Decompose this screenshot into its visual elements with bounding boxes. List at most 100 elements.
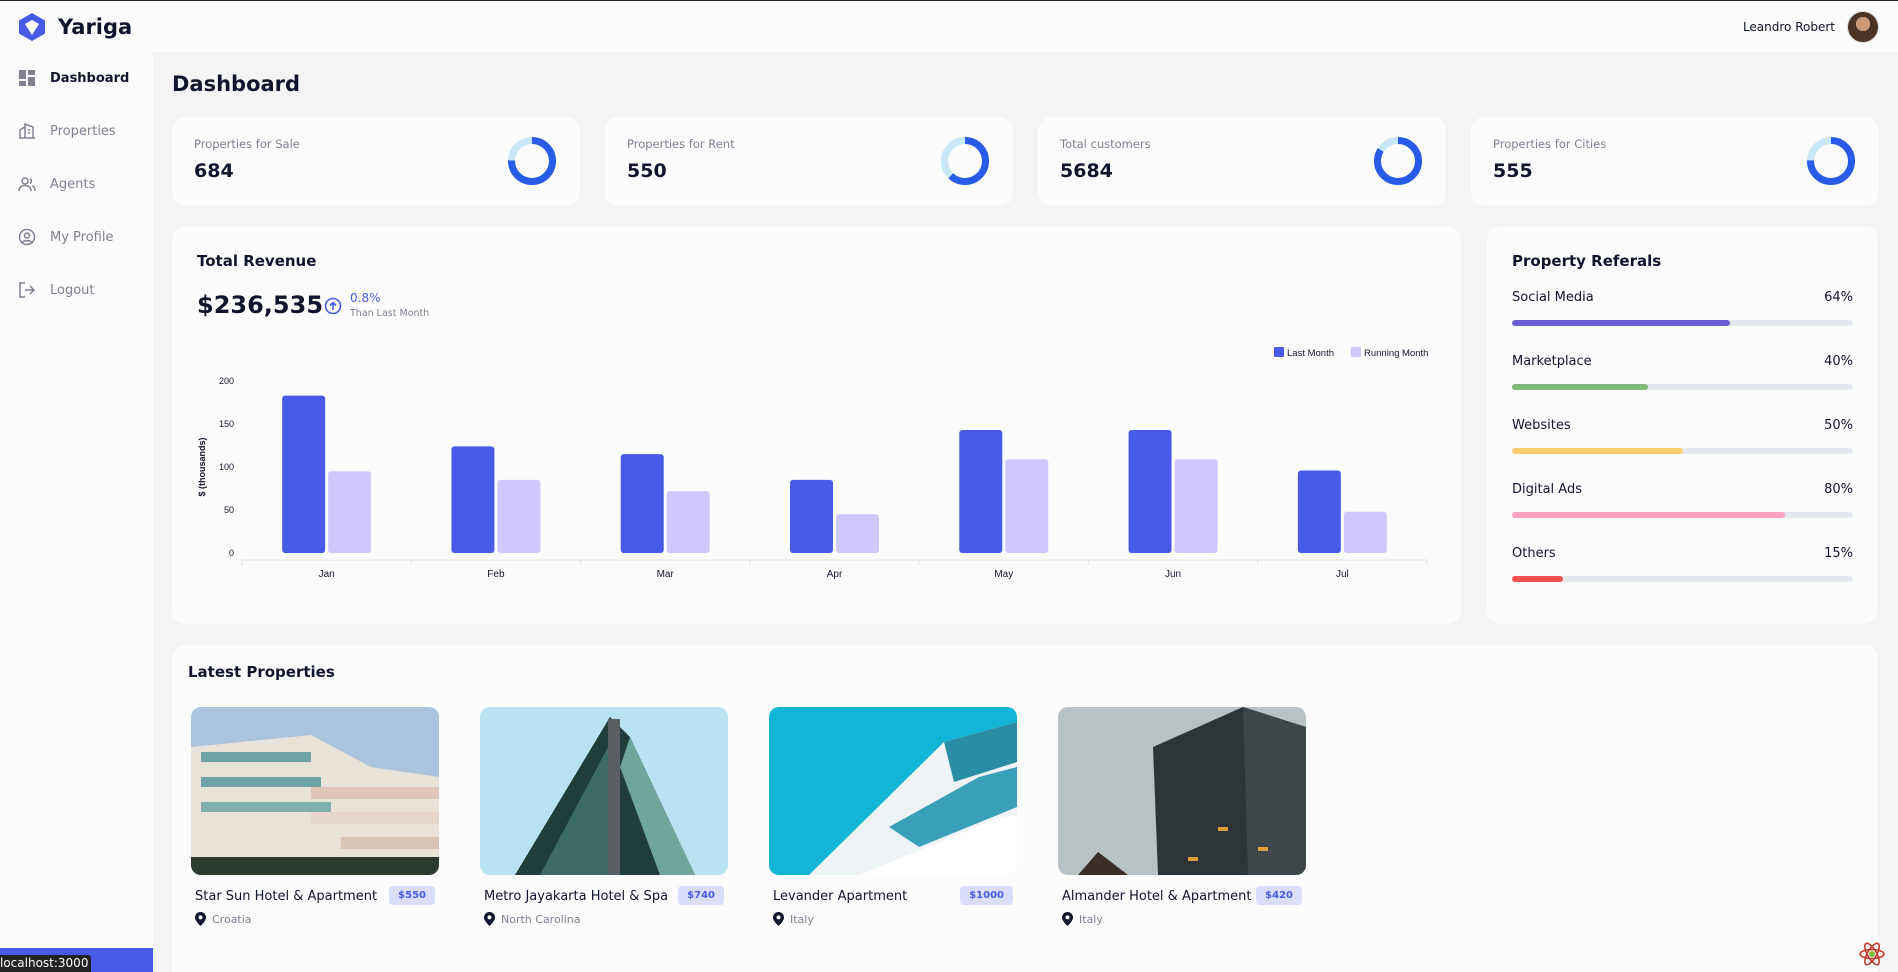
referral-progress-track	[1512, 576, 1853, 582]
sidebar: Dashboard Properties Agents My Profile L…	[0, 52, 153, 972]
referral-percent: 40%	[1824, 354, 1853, 369]
referral-progress-fill	[1512, 384, 1649, 390]
sidebar-item-label: My Profile	[50, 229, 114, 245]
bar-running-month	[328, 471, 372, 553]
legend-label: Running Month	[1364, 348, 1428, 359]
stat-card-customers: Total customers 5684	[1038, 117, 1446, 206]
legend-label: Last Month	[1287, 348, 1334, 359]
stat-card-sale: Properties for Sale 684	[172, 117, 580, 206]
referral-label: Websites	[1512, 418, 1571, 433]
bar-last-month	[1128, 430, 1172, 553]
sidebar-item-label: Agents	[50, 176, 96, 192]
property-location-text: Croatia	[212, 912, 252, 926]
x-tick-label: Jun	[1165, 569, 1181, 580]
property-card[interactable]: Almander Hotel & Apartment $420 Italy	[1050, 699, 1314, 965]
property-card[interactable]: Levander Apartment $1000 Italy	[761, 699, 1025, 965]
sidebar-item-label: Properties	[50, 123, 116, 139]
top-bar: Yariga Leandro Robert	[0, 0, 1898, 52]
brand-name: Yariga	[58, 14, 133, 39]
location-pin-icon	[195, 912, 206, 926]
total-revenue-card: Total Revenue $236,535 0.8% Than Last Mo…	[172, 226, 1461, 624]
brand[interactable]: Yariga	[16, 11, 132, 43]
sidebar-item-logout[interactable]: Logout	[0, 278, 153, 302]
x-tick-label: Jul	[1336, 569, 1349, 580]
stat-donut-chart	[1374, 137, 1422, 185]
property-card[interactable]: Metro Jayakarta Hotel & Spa $740 North C…	[472, 699, 736, 965]
bar-last-month	[790, 479, 833, 553]
x-tick-label: Jan	[319, 569, 335, 580]
page-title: Dashboard	[172, 72, 301, 96]
bar-running-month	[1343, 511, 1387, 553]
dashboard-icon	[18, 69, 36, 87]
property-image[interactable]	[769, 707, 1017, 875]
referral-percent: 64%	[1824, 290, 1853, 305]
stat-value: 684	[194, 160, 234, 182]
location-pin-icon	[1062, 912, 1073, 926]
referral-label: Others	[1512, 546, 1556, 561]
stat-value: 550	[627, 160, 667, 182]
bar-running-month	[836, 514, 879, 553]
logout-icon	[18, 281, 36, 299]
latest-properties-card: Latest Properties Star Sun Hotel & Apart…	[172, 645, 1878, 972]
referral-progress-track	[1512, 448, 1853, 454]
property-location: Croatia	[195, 912, 252, 926]
y-tick-label: 200	[219, 376, 234, 386]
referral-progress-fill	[1512, 576, 1564, 582]
building-icon	[18, 122, 36, 140]
sidebar-item-my-profile[interactable]: My Profile	[0, 225, 153, 249]
stat-value: 555	[1493, 160, 1533, 182]
sidebar-item-properties[interactable]: Properties	[0, 119, 153, 143]
stat-donut-chart	[1807, 137, 1855, 185]
referral-progress-track	[1512, 512, 1853, 518]
property-location-text: Italy	[790, 912, 814, 926]
property-image[interactable]	[1058, 707, 1306, 875]
bar-running-month	[497, 479, 541, 553]
stat-card-cities: Properties for Cities 555	[1471, 117, 1879, 206]
referral-row: Social Media 64%	[1512, 290, 1853, 326]
referral-percent: 80%	[1824, 482, 1853, 497]
property-location-text: North Carolina	[501, 912, 581, 926]
property-card[interactable]: Star Sun Hotel & Apartment $550 Croatia	[183, 699, 447, 965]
referral-row: Digital Ads 80%	[1512, 482, 1853, 518]
bar-last-month	[620, 454, 664, 553]
referral-progress-fill	[1512, 320, 1731, 326]
y-tick-label: 0	[229, 548, 234, 558]
bar-last-month	[451, 446, 495, 553]
referral-percent: 50%	[1824, 418, 1853, 433]
property-price-badge: $550	[389, 886, 435, 905]
property-name: Almander Hotel & Apartment	[1062, 889, 1252, 904]
property-price-badge: $420	[1256, 886, 1302, 905]
bar-last-month	[1297, 470, 1341, 553]
referral-label: Marketplace	[1512, 354, 1592, 369]
user-menu[interactable]: Leandro Robert	[1743, 10, 1879, 43]
property-image[interactable]	[480, 707, 728, 875]
referral-row: Websites 50%	[1512, 418, 1853, 454]
bar-running-month	[666, 491, 710, 553]
sidebar-item-dashboard[interactable]: Dashboard	[0, 66, 153, 90]
react-devtools-icon[interactable]	[1858, 940, 1886, 968]
stat-value: 5684	[1060, 160, 1113, 182]
x-tick-label: May	[994, 569, 1013, 580]
property-name: Star Sun Hotel & Apartment	[195, 889, 378, 904]
referral-progress-fill	[1512, 448, 1683, 454]
sidebar-item-label: Logout	[50, 282, 95, 298]
legend-swatch	[1351, 347, 1361, 357]
property-name: Metro Jayakarta Hotel & Spa	[484, 889, 669, 904]
sidebar-item-agents[interactable]: Agents	[0, 172, 153, 196]
avatar[interactable]	[1847, 10, 1879, 43]
stat-card-rent: Properties for Rent 550	[605, 117, 1013, 206]
bar-last-month	[959, 430, 1003, 553]
stat-label: Properties for Cities	[1493, 137, 1607, 151]
referral-progress-fill	[1512, 512, 1785, 518]
revenue-bar-chart: 0 50 100 150 200 $ (thousands) Jan Feb Mar Apr May…	[197, 347, 1428, 580]
property-referrals-card: Property Referals Social Media 64% Market…	[1487, 226, 1878, 624]
yariga-logo-icon	[19, 12, 45, 41]
location-pin-icon	[773, 912, 784, 926]
legend-swatch	[1274, 347, 1284, 357]
referral-progress-track	[1512, 320, 1853, 326]
sidebar-item-label: Dashboard	[50, 70, 130, 86]
bar-running-month	[1005, 459, 1049, 553]
referral-label: Digital Ads	[1512, 482, 1582, 497]
property-location: North Carolina	[484, 912, 581, 926]
property-image[interactable]	[191, 707, 439, 875]
